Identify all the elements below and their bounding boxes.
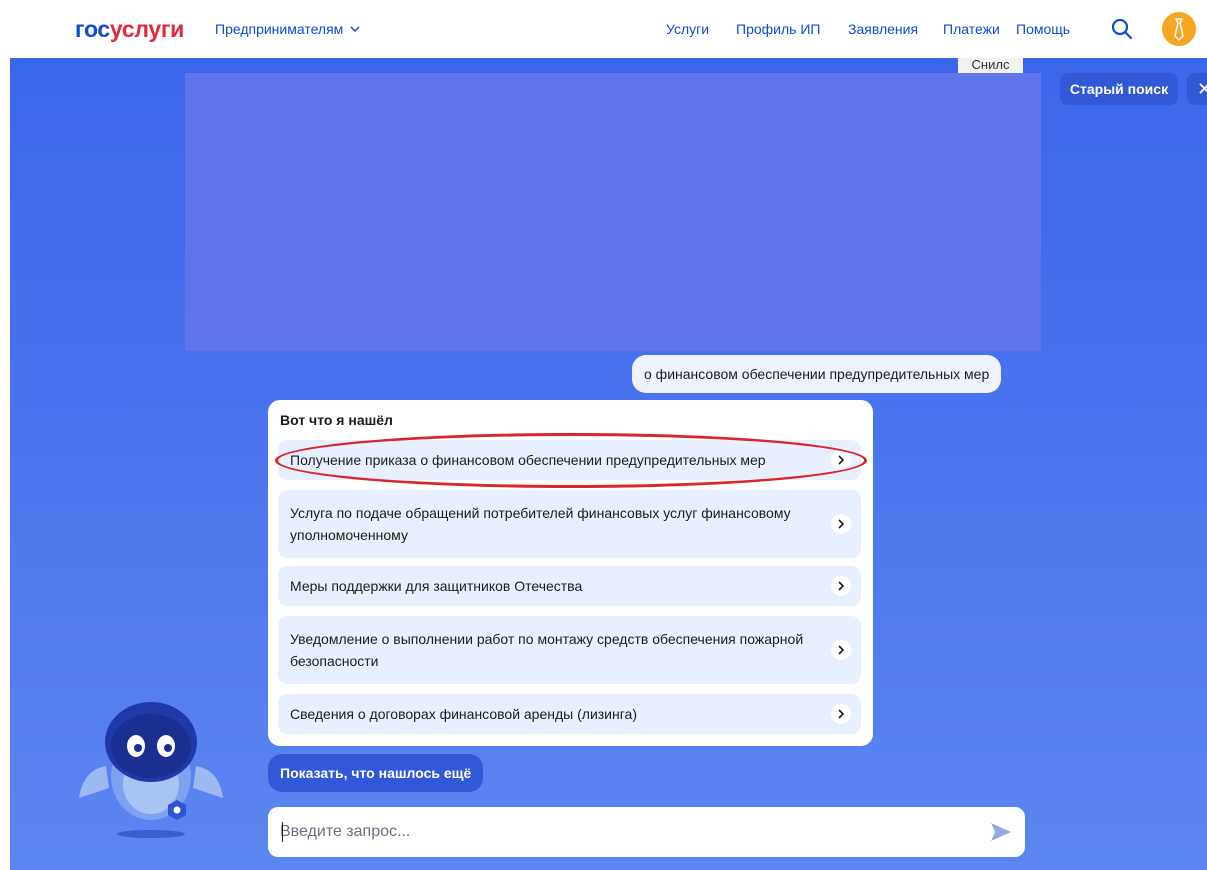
chevron-right-icon <box>831 514 851 534</box>
nav-services[interactable]: Услуги <box>666 21 709 37</box>
banner-area <box>185 73 1041 351</box>
query-input-box[interactable] <box>268 807 1025 857</box>
send-icon[interactable] <box>989 820 1013 844</box>
left-edge <box>0 58 10 870</box>
snils-tab[interactable]: Снилс <box>958 58 1023 73</box>
result-item[interactable]: Меры поддержки для защитников Отечества <box>278 566 861 606</box>
results-card: Вот что я нашёл Получение приказа о фина… <box>268 400 873 746</box>
user-avatar[interactable] <box>1162 12 1196 46</box>
query-input[interactable] <box>280 823 960 841</box>
nav-help[interactable]: Помощь <box>1016 21 1070 37</box>
tie-icon <box>1174 18 1184 41</box>
gosuslugi-logo[interactable]: госуслуги <box>75 16 184 42</box>
audience-selector[interactable]: Предпринимателям <box>215 21 360 37</box>
result-item[interactable]: Уведомление о выполнении работ по монтаж… <box>278 616 861 684</box>
audience-label: Предпринимателям <box>215 21 344 37</box>
chat-area: Снилс Старый поиск ✕ о финансовом обеспе… <box>10 58 1207 870</box>
chevron-down-icon <box>350 25 360 32</box>
chevron-right-icon <box>831 576 851 596</box>
result-item[interactable]: Услуга по подаче обращений потребителей … <box>278 490 861 558</box>
results-title: Вот что я нашёл <box>280 412 393 428</box>
result-item-label: Получение приказа о финансовом обеспечен… <box>290 452 766 468</box>
robot-assistant-icon <box>79 702 223 838</box>
logo-text-uslugi: услуги <box>109 16 184 42</box>
top-header: госуслуги Предпринимателям Услуги Профил… <box>0 0 1207 58</box>
chevron-right-icon <box>831 640 851 660</box>
user-message-bubble: о финансовом обеспечении предупредительн… <box>632 355 1002 393</box>
close-icon: ✕ <box>1197 78 1207 99</box>
result-item-label: Услуга по подаче обращений потребителей … <box>290 505 791 543</box>
text-cursor <box>282 822 283 842</box>
show-more-button[interactable]: Показать, что нашлось ещё <box>268 754 484 792</box>
result-item[interactable]: Сведения о договорах финансовой аренды (… <box>278 694 861 734</box>
result-item[interactable]: Получение приказа о финансовом обеспечен… <box>278 440 861 480</box>
search-icon[interactable] <box>1110 17 1134 41</box>
nav-payments[interactable]: Платежи <box>943 21 1000 37</box>
chevron-right-icon <box>831 450 851 470</box>
nav-profile-ip[interactable]: Профиль ИП <box>736 21 820 37</box>
close-button[interactable]: ✕ <box>1187 73 1207 105</box>
chevron-right-icon <box>831 704 851 724</box>
result-item-label: Меры поддержки для защитников Отечества <box>290 578 583 594</box>
nav-applications[interactable]: Заявления <box>848 21 918 37</box>
old-search-button[interactable]: Старый поиск <box>1060 73 1178 105</box>
result-item-label: Сведения о договорах финансовой аренды (… <box>290 706 637 722</box>
logo-text-gos: гос <box>75 16 110 42</box>
result-item-label: Уведомление о выполнении работ по монтаж… <box>290 631 804 669</box>
